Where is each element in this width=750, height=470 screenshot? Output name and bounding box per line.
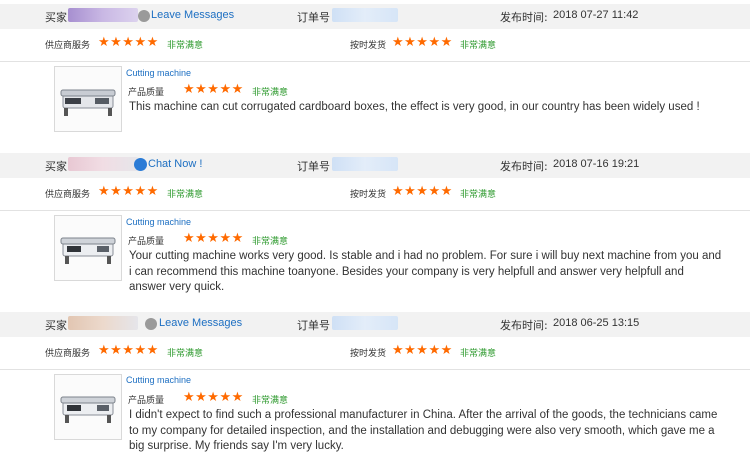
- buyer-name-blurred: [68, 8, 138, 22]
- post-time-label: 发布时间:: [500, 11, 548, 24]
- supplier-service-label: 供应商服务: [45, 349, 91, 359]
- rating-row: 供应商服务 ★★★★★ 非常满意 按时发货 ★★★★★ 非常满意: [0, 29, 750, 62]
- product-quality-label: 产品质量: [128, 396, 165, 406]
- supplier-service-stars: ★★★★★: [98, 35, 159, 50]
- post-time-value: 2018 07-16 19:21: [553, 158, 640, 170]
- rating-row: 供应商服务 ★★★★★ 非常满意 按时发货 ★★★★★ 非常满意: [0, 178, 750, 211]
- on-time-shipping-stars: ★★★★★: [392, 35, 453, 50]
- on-time-shipping-label: 按时发货: [350, 41, 387, 51]
- post-time-label: 发布时间:: [500, 319, 548, 332]
- cutting-machine-image: [60, 89, 116, 116]
- leave-messages-link[interactable]: Leave Messages: [159, 317, 242, 329]
- product-thumbnail[interactable]: [54, 215, 122, 281]
- user-icon: [138, 10, 150, 22]
- chat-icon[interactable]: [134, 158, 147, 171]
- chat-now-link[interactable]: Chat Now !: [148, 158, 202, 170]
- buyer-name-blurred: [68, 157, 138, 171]
- order-number-blurred: [332, 157, 398, 171]
- product-quality-stars: ★★★★★: [183, 82, 244, 97]
- review-comment: Your cutting machine works very good. Is…: [129, 250, 722, 293]
- review-header: 买家 Leave Messages 订单号 发布时间: 2018 06-25 1…: [0, 312, 750, 337]
- order-number-label: 订单号: [297, 11, 330, 24]
- product-name-link[interactable]: Cutting machine: [126, 217, 191, 227]
- buyer-label: 买家: [45, 319, 67, 332]
- on-time-shipping-rating-text: 非常满意: [460, 190, 497, 200]
- product-quality-label: 产品质量: [128, 88, 165, 98]
- review-header: 买家 Chat Now ! 订单号 发布时间: 2018 07-16 19:21: [0, 153, 750, 178]
- supplier-service-rating-text: 非常满意: [167, 41, 204, 51]
- supplier-service-label: 供应商服务: [45, 41, 91, 51]
- supplier-service-stars: ★★★★★: [98, 184, 159, 199]
- cutting-machine-image: [60, 237, 116, 264]
- on-time-shipping-rating-text: 非常满意: [460, 41, 497, 51]
- leave-messages-link[interactable]: Leave Messages: [151, 9, 234, 21]
- order-number-label: 订单号: [297, 319, 330, 332]
- product-quality-rating-text: 非常满意: [252, 237, 289, 247]
- on-time-shipping-label: 按时发货: [350, 190, 387, 200]
- product-thumbnail[interactable]: [54, 374, 122, 440]
- order-number-blurred: [332, 8, 398, 22]
- supplier-service-label: 供应商服务: [45, 190, 91, 200]
- supplier-service-stars: ★★★★★: [98, 343, 159, 358]
- cutting-machine-image: [60, 396, 116, 423]
- on-time-shipping-rating-text: 非常满意: [460, 349, 497, 359]
- on-time-shipping-stars: ★★★★★: [392, 343, 453, 358]
- rating-row: 供应商服务 ★★★★★ 非常满意 按时发货 ★★★★★ 非常满意: [0, 337, 750, 370]
- buyer-label: 买家: [45, 160, 67, 173]
- supplier-service-rating-text: 非常满意: [167, 190, 204, 200]
- supplier-service-rating-text: 非常满意: [167, 349, 204, 359]
- product-quality-rating-text: 非常满意: [252, 88, 289, 98]
- product-quality-stars: ★★★★★: [183, 390, 244, 405]
- review-comment: I didn't expect to find such a professio…: [129, 409, 718, 452]
- on-time-shipping-label: 按时发货: [350, 349, 387, 359]
- post-time-value: 2018 07-27 11:42: [553, 9, 639, 21]
- review-comment: This machine can cut corrugated cardboar…: [129, 101, 700, 113]
- product-thumbnail[interactable]: [54, 66, 122, 132]
- post-time-label: 发布时间:: [500, 160, 548, 173]
- review-header: 买家 Leave Messages 订单号 发布时间: 2018 07-27 1…: [0, 4, 750, 29]
- product-quality-label: 产品质量: [128, 237, 165, 247]
- buyer-name-blurred: [68, 316, 138, 330]
- order-number-label: 订单号: [297, 160, 330, 173]
- product-name-link[interactable]: Cutting machine: [126, 375, 191, 385]
- product-quality-rating-text: 非常满意: [252, 396, 289, 406]
- buyer-label: 买家: [45, 11, 67, 24]
- order-number-blurred: [332, 316, 398, 330]
- product-name-link[interactable]: Cutting machine: [126, 68, 191, 78]
- user-icon: [145, 318, 157, 330]
- product-quality-stars: ★★★★★: [183, 231, 244, 246]
- on-time-shipping-stars: ★★★★★: [392, 184, 453, 199]
- post-time-value: 2018 06-25 13:15: [553, 317, 640, 329]
